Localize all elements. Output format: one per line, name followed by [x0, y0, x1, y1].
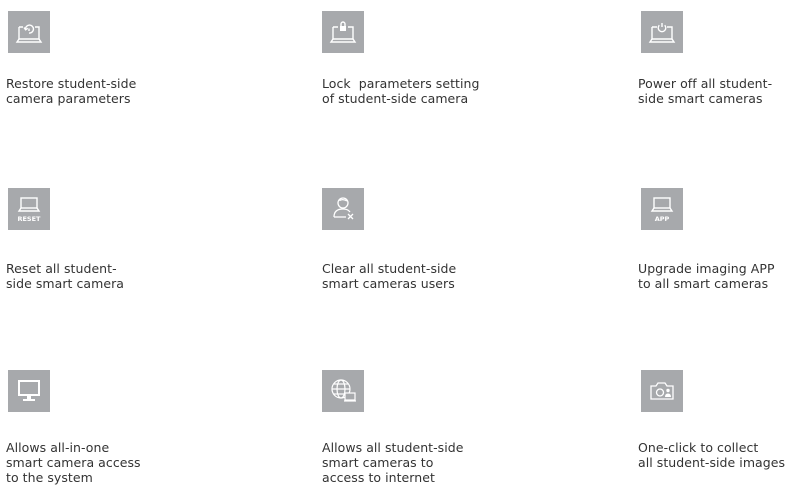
lock-parameters-icon	[322, 11, 364, 53]
caption-line: Allows all student-side	[322, 440, 464, 455]
feature-grid: Restore student-side camera parameters L…	[0, 0, 805, 502]
feature-caption: Reset all student- side smart camera	[6, 261, 124, 291]
feature-caption: Upgrade imaging APP to all smart cameras	[638, 261, 775, 291]
caption-line: side smart cameras	[638, 91, 763, 106]
power-off-icon	[641, 11, 683, 53]
feature-caption: Allows all student-side smart cameras to…	[322, 440, 464, 485]
caption-line: smart camera access	[6, 455, 141, 470]
internet-access-icon	[322, 370, 364, 412]
caption-line: Allows all-in-one	[6, 440, 110, 455]
app-icon-label: APP	[655, 215, 670, 223]
reset-icon-label: RESET	[17, 215, 41, 223]
caption-line: side smart camera	[6, 276, 124, 291]
caption-line: camera parameters	[6, 91, 131, 106]
caption-line: to all smart cameras	[638, 276, 769, 291]
caption-line: smart cameras users	[322, 276, 455, 291]
caption-line: smart cameras to	[322, 455, 434, 470]
restore-camera-icon	[8, 11, 50, 53]
caption-line: Power off all student-	[638, 76, 773, 91]
caption-line: all student-side images	[638, 455, 786, 470]
feature-caption: Lock parameters setting of student-side …	[322, 76, 479, 106]
caption-line: Reset all student-	[6, 261, 117, 276]
feature-caption: Clear all student-side smart cameras use…	[322, 261, 456, 291]
caption-line: of student-side camera	[322, 91, 469, 106]
caption-line: Lock parameters setting	[322, 76, 480, 91]
caption-line: Clear all student-side	[322, 261, 457, 276]
reset-camera-icon: RESET	[8, 188, 50, 230]
caption-line: Upgrade imaging APP	[638, 261, 775, 276]
caption-line: access to internet	[322, 470, 435, 485]
caption-line: One-click to collect	[638, 440, 759, 455]
feature-caption: Allows all-in-one smart camera access to…	[6, 440, 141, 485]
caption-line: Restore student-side	[6, 76, 137, 91]
clear-users-icon	[322, 188, 364, 230]
upgrade-app-icon: APP	[641, 188, 683, 230]
collect-images-icon	[641, 370, 683, 412]
feature-caption: Restore student-side camera parameters	[6, 76, 136, 106]
feature-caption: Power off all student- side smart camera…	[638, 76, 772, 106]
monitor-access-icon	[8, 370, 50, 412]
caption-line: to the system	[6, 470, 93, 485]
feature-caption: One-click to collect all student-side im…	[638, 440, 785, 470]
